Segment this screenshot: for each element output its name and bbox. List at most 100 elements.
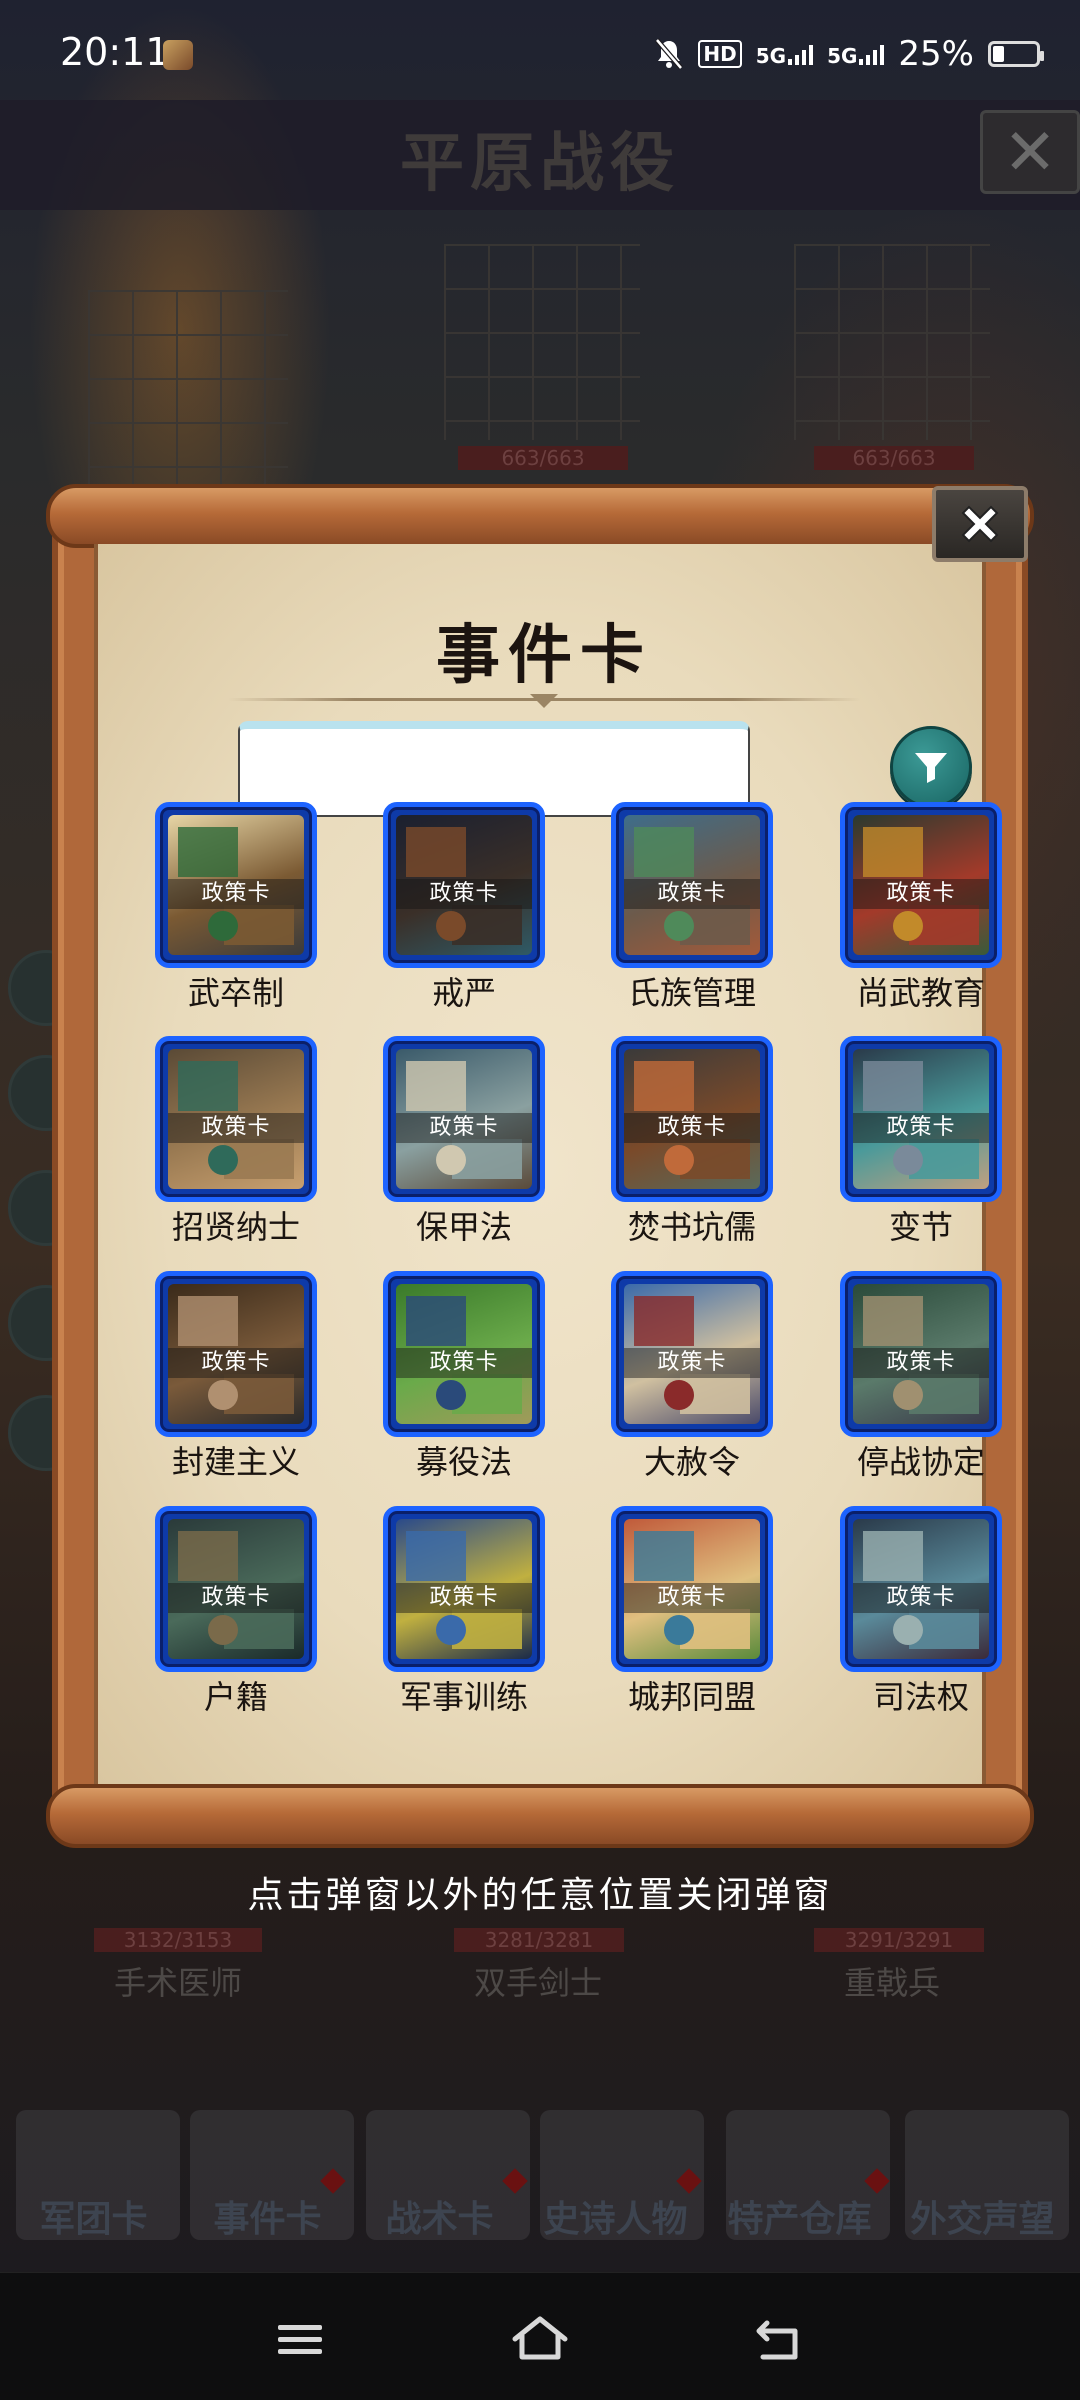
home-button[interactable]: [505, 2309, 575, 2369]
card-type-tag: 政策卡: [624, 1583, 760, 1613]
battery-level-fill: [993, 46, 1004, 62]
policy-card[interactable]: 政策卡 户籍: [98, 1506, 328, 1722]
card-type-tag: 政策卡: [396, 1583, 532, 1613]
policy-card[interactable]: 政策卡 戒严: [326, 802, 556, 1018]
filter-icon: [915, 753, 947, 783]
policy-card[interactable]: 政策卡 军事训练: [326, 1506, 556, 1722]
card-type-tag: 政策卡: [624, 879, 760, 909]
background-hp-bar: 3281/3281: [454, 1928, 624, 1952]
policy-card[interactable]: 政策卡 封建主义: [98, 1271, 328, 1487]
back-button[interactable]: [745, 2309, 815, 2369]
home-icon: [512, 2316, 568, 2360]
card-type-tag: 政策卡: [853, 1113, 989, 1143]
hd-voice-icon: HD: [698, 40, 742, 68]
modal-parchment: 事件卡 政策卡 武卒制 政策卡 戒严 政策卡 氏族管理 政策卡 尚武教育 政策卡 招贤纳士 政策卡保…: [94, 544, 1002, 1784]
network-type: 5G: [755, 44, 787, 68]
card-artwork: 政策卡: [853, 1519, 989, 1659]
signal-icon: 5G: [827, 43, 885, 66]
background-unit-grid: [794, 244, 990, 440]
policy-card[interactable]: 政策卡 尚武教育: [783, 802, 1013, 1018]
battery-percent: 25%: [898, 34, 974, 74]
card-image-frame: 政策卡: [383, 1271, 545, 1437]
card-artwork: 政策卡: [396, 1049, 532, 1189]
card-image-frame: 政策卡: [840, 802, 1002, 968]
signal-icon: 5G: [755, 43, 814, 68]
policy-card[interactable]: 政策卡 变节: [783, 1036, 1013, 1252]
policy-card[interactable]: 政策卡 保甲法: [326, 1036, 556, 1252]
policy-card[interactable]: 政策卡 武卒制: [98, 802, 328, 1018]
background-unit-grid: [444, 244, 640, 440]
background-unit-name: 手术医师: [113, 1964, 242, 2002]
policy-card[interactable]: 政策卡 城邦同盟: [554, 1506, 784, 1722]
card-type-tag: 政策卡: [624, 1348, 760, 1378]
background-unit-name: 重戟兵: [843, 1964, 940, 2002]
system-navigation-bar: [0, 2272, 1080, 2400]
background-tab-label: 军团卡: [39, 2199, 148, 2240]
card-image-frame: 政策卡: [155, 1506, 317, 1672]
status-time: 20:11: [60, 30, 170, 74]
policy-card[interactable]: 政策卡 焚书坑儒: [554, 1036, 784, 1252]
card-artwork: 政策卡: [396, 1284, 532, 1424]
background-tab-label: 史诗人物: [543, 2199, 688, 2240]
card-type-tag: 政策卡: [624, 1113, 760, 1143]
policy-card[interactable]: 政策卡 募役法: [326, 1271, 556, 1487]
card-type-tag: 政策卡: [396, 879, 532, 909]
background-hp-bar: 3291/3291: [814, 1928, 984, 1952]
background-title: 平原战役: [400, 126, 680, 201]
close-hint: 点击弹窗以外的任意位置关闭弹窗: [247, 1875, 833, 1916]
card-image-frame: 政策卡: [840, 1271, 1002, 1437]
card-artwork: 政策卡: [168, 815, 304, 955]
card-type-tag: 政策卡: [396, 1113, 532, 1143]
card-artwork: 政策卡: [168, 1519, 304, 1659]
background-hp-bar: 3132/3153: [94, 1928, 262, 1952]
battery-icon: [988, 41, 1044, 67]
background-tab-label: 外交声望: [910, 2199, 1055, 2240]
background-hp-bar: 663/663: [458, 446, 628, 470]
background-close-button: ✕: [980, 110, 1080, 194]
background-hp-bar: 663/663: [814, 446, 974, 470]
menu-icon: [278, 2325, 322, 2354]
card-image-frame: 政策卡: [383, 802, 545, 968]
card-image-frame: 政策卡: [840, 1506, 1002, 1672]
card-type-tag: 政策卡: [853, 879, 989, 909]
title-divider-ornament: [530, 694, 558, 708]
card-artwork: 政策卡: [396, 1519, 532, 1659]
card-type-tag: 政策卡: [168, 1348, 304, 1378]
policy-card[interactable]: 政策卡 停战协定: [783, 1271, 1013, 1487]
card-artwork: 政策卡: [396, 815, 532, 955]
card-type-tag: 政策卡: [168, 879, 304, 909]
menu-button[interactable]: [264, 2309, 334, 2369]
policy-card[interactable]: 政策卡 氏族管理: [554, 802, 784, 1018]
event-card-modal: 事件卡 政策卡 武卒制 政策卡 戒严 政策卡 氏族管理 政策卡 尚武教育 政策卡 招贤纳士 政策卡保…: [46, 484, 1034, 1848]
policy-card[interactable]: 政策卡 司法权: [783, 1506, 1013, 1722]
policy-card[interactable]: 政策卡 招贤纳士: [98, 1036, 328, 1252]
filter-button[interactable]: [890, 726, 972, 808]
card-type-tag: 政策卡: [853, 1583, 989, 1613]
card-artwork: 政策卡: [624, 1284, 760, 1424]
card-artwork: 政策卡: [853, 1284, 989, 1424]
card-artwork: 政策卡: [624, 1519, 760, 1659]
background-tab-label: 战术卡: [385, 2199, 494, 2240]
background-tab-label: 事件卡: [213, 2199, 322, 2240]
card-image-frame: 政策卡: [840, 1036, 1002, 1202]
background-tab-label: 特产仓库: [727, 2199, 872, 2240]
card-type-tag: 政策卡: [396, 1348, 532, 1378]
card-artwork: 政策卡: [168, 1049, 304, 1189]
card-label: 尚武教育: [856, 974, 985, 1012]
card-type-tag: 政策卡: [168, 1583, 304, 1613]
close-icon: [961, 505, 999, 543]
close-button[interactable]: [932, 486, 1028, 562]
scroll-roll-top: [46, 484, 1034, 548]
card-label: 司法权: [872, 1678, 969, 1716]
card-image-frame: 政策卡: [155, 1271, 317, 1437]
card-image-frame: 政策卡: [611, 1506, 773, 1672]
card-artwork: 政策卡: [624, 1049, 760, 1189]
policy-card[interactable]: 政策卡 大赦令: [554, 1271, 784, 1487]
status-icons: HD 5G 5G 25%: [654, 34, 1044, 74]
card-label: 变节: [888, 1208, 953, 1246]
modal-title: 事件卡: [436, 618, 652, 693]
card-artwork: 政策卡: [853, 815, 989, 955]
game-app-icon: [163, 40, 193, 70]
back-icon: [756, 2320, 798, 2360]
scroll-roll-bottom: [46, 1784, 1034, 1848]
